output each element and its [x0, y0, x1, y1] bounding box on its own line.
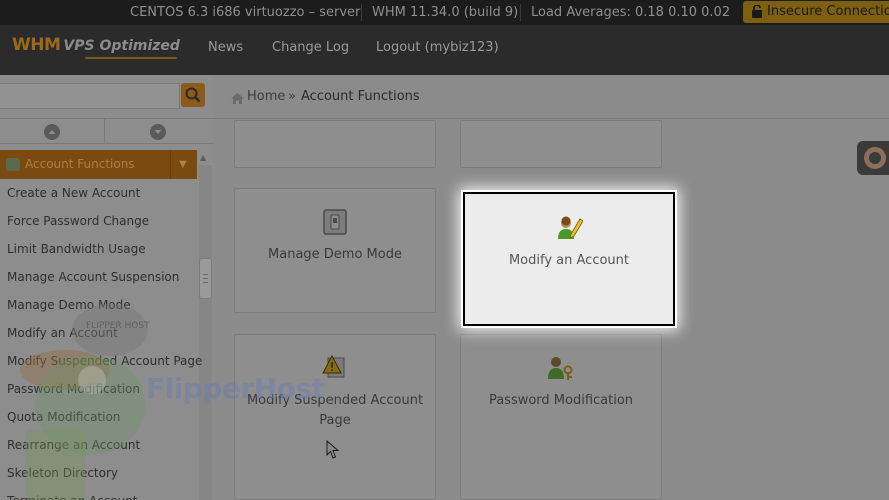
tile-modify-suspended-page[interactable]: Modify Suspended Account Page [234, 334, 436, 500]
lifebuoy-icon [864, 147, 886, 169]
load-averages: Load Averages: 0.18 0.10 0.02 [531, 5, 731, 20]
account-functions-icon [6, 158, 20, 171]
breadcrumb: Home » Account Functions [213, 75, 889, 119]
help-button[interactable] [857, 141, 889, 175]
user-edit-icon [558, 216, 583, 239]
chevron-down-icon [154, 130, 162, 134]
sidebar-search-input[interactable] [0, 83, 180, 109]
server-name: CENTOS 6.3 i686 virtuozzo – server [130, 5, 361, 20]
search-button[interactable] [181, 83, 205, 107]
scroll-up-arrow[interactable]: ▲ [200, 153, 206, 162]
tile-label: Manage Demo Mode [268, 247, 402, 262]
triangle-down-icon: ▼ [179, 159, 187, 170]
sidebar-item-modify-suspended-page[interactable]: Modify Suspended Account Page [0, 347, 202, 375]
sidebar-item-limit-bandwidth[interactable]: Limit Bandwidth Usage [0, 235, 199, 263]
insecure-label: Insecure Connection [767, 4, 889, 19]
sidebar-item-force-password[interactable]: Force Password Change [0, 207, 199, 235]
nav-logout[interactable]: Logout (mybiz123) [376, 25, 499, 75]
server-info-bar: CENTOS 6.3 i686 virtuozzo – server WHM 1… [0, 0, 889, 25]
logo-swoosh [85, 57, 177, 59]
breadcrumb-home[interactable]: Home [247, 89, 285, 104]
header-nav: WHM VPS Optimized News Change Log Logout … [0, 25, 889, 75]
sidebar: Account Functions ▼ ▲ Create a New Accou… [0, 75, 213, 500]
home-icon[interactable] [231, 93, 244, 104]
sidebar-list: Create a New Account Force Password Chan… [0, 179, 202, 500]
demo-mode-icon [323, 209, 347, 235]
expand-collapse-row [0, 118, 213, 144]
sidebar-item-modify-account[interactable]: Modify an Account [0, 319, 199, 347]
function-tile-partial[interactable] [234, 120, 436, 168]
section-account-functions[interactable]: Account Functions ▼ [0, 150, 197, 179]
sidebar-item-quota-modification[interactable]: Quota Modification [0, 403, 199, 431]
sidebar-item-manage-demo[interactable]: Manage Demo Mode [0, 291, 199, 319]
sidebar-item-manage-suspension[interactable]: Manage Account Suspension [0, 263, 199, 291]
lock-icon [752, 5, 762, 18]
separator [361, 4, 362, 21]
tile-label: Password Modification [488, 393, 634, 408]
section-toggle[interactable]: ▼ [170, 150, 197, 179]
insecure-connection-badge[interactable]: Insecure Connection [743, 1, 889, 23]
tile-password-modification[interactable]: Password Modification [460, 334, 662, 500]
mouse-cursor-icon [326, 440, 340, 459]
sidebar-scrollbar-thumb[interactable] [199, 258, 212, 299]
flipperhost-watermark: FlipperHost [146, 372, 325, 405]
search-icon [185, 87, 201, 103]
expand-all-button[interactable] [44, 124, 60, 140]
sidebar-item-terminate-account[interactable]: Terminate an Account [0, 487, 199, 500]
nav-change-log[interactable]: Change Log [272, 25, 349, 75]
whm-version: WHM 11.34.0 (build 9) [372, 5, 519, 20]
breadcrumb-separator: » [288, 89, 296, 104]
logo-sub: VPS Optimized [63, 38, 180, 54]
section-title: Account Functions [25, 157, 135, 171]
tile-label: Modify an Account [508, 253, 630, 268]
sidebar-item-skeleton-directory[interactable]: Skeleton Directory [0, 459, 199, 487]
divider [104, 119, 105, 144]
sidebar-item-rearrange-account[interactable]: Rearrange an Account [0, 431, 199, 459]
tile-modify-account[interactable]: Modify an Account [461, 190, 677, 328]
chevron-up-icon [48, 130, 56, 134]
sidebar-item-create-account[interactable]: Create a New Account [0, 179, 199, 207]
logo-main: WHM [12, 35, 61, 55]
breadcrumb-current: Account Functions [301, 89, 420, 104]
function-tile-partial[interactable] [460, 120, 662, 168]
nav-news[interactable]: News [208, 25, 243, 75]
separator [520, 4, 521, 21]
tile-manage-demo-mode[interactable]: Manage Demo Mode [234, 188, 436, 313]
tile-label-line2: Page [319, 413, 351, 428]
sidebar-scrollbar-track[interactable] [199, 165, 212, 500]
collapse-all-button[interactable] [150, 124, 166, 140]
warning-icon [322, 355, 345, 378]
user-key-icon [548, 357, 573, 380]
whm-logo[interactable]: WHM VPS Optimized [12, 35, 180, 55]
whm-window: CENTOS 6.3 i686 virtuozzo – server WHM 1… [0, 0, 889, 500]
